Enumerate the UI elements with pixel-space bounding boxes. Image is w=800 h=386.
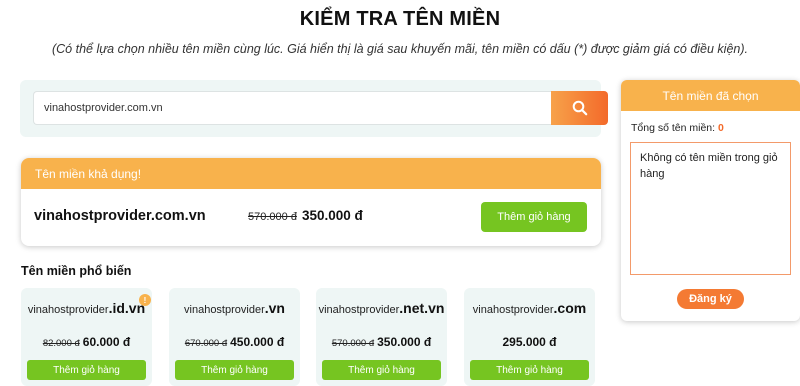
popular-card-id-vn: vinahostprovider.id.vn ! 82.000 đ 60.000 … (21, 288, 152, 386)
cart-count: Tổng số tên miền: 0 (631, 122, 724, 134)
popular-domain-name: vinahostprovider.vn (169, 300, 300, 316)
popular-domain-base: vinahostprovider (27, 304, 109, 316)
search-box (20, 80, 608, 137)
cart-count-value: 0 (717, 122, 724, 134)
cart-panel: Tên miền đã chọn Tổng số tên miền: 0 Khô… (621, 80, 800, 321)
popular-domain-base: vinahostprovider (472, 304, 554, 316)
popular-domain-name: vinahostprovider.id.vn (21, 300, 152, 316)
popular-old-price: 82.000 đ (42, 338, 80, 349)
info-badge-icon: ! (139, 294, 151, 306)
popular-add-to-cart-button[interactable]: Thêm giỏ hàng (470, 360, 589, 380)
available-old-price: 570.000 đ (248, 211, 297, 223)
popular-add-to-cart-button[interactable]: Thêm giỏ hàng (322, 360, 441, 380)
add-to-cart-button[interactable]: Thêm giỏ hàng (481, 202, 587, 232)
popular-add-to-cart-button[interactable]: Thêm giỏ hàng (175, 360, 294, 380)
popular-prices: 82.000 đ 60.000 đ (21, 333, 152, 351)
popular-domain-name: vinahostprovider.net.vn (316, 300, 447, 316)
popular-prices: 570.000 đ 350.000 đ (316, 333, 447, 351)
popular-price: 350.000 đ (377, 335, 432, 349)
page-subtitle: (Có thể lựa chọn nhiều tên miền cùng lúc… (51, 42, 748, 56)
popular-price: 60.000 đ (82, 335, 131, 349)
available-domain-card: Tên miền khả dụng! vinahostprovider.com.… (21, 158, 601, 246)
popular-prices: 295.000 đ (464, 333, 595, 351)
popular-domain-base: vinahostprovider (318, 304, 400, 316)
popular-card-vn: vinahostprovider.vn 670.000 đ 450.000 đ T… (169, 288, 300, 386)
search-input[interactable] (33, 91, 551, 125)
cart-header: Tên miền đã chọn (621, 80, 800, 111)
page-title: KIỂM TRA TÊN MIỀN (299, 8, 501, 30)
popular-old-price: 570.000 đ (331, 338, 375, 349)
search-icon (572, 100, 587, 116)
available-price: 350.000 đ (302, 208, 363, 223)
cart-count-label: Tổng số tên miền: (631, 122, 716, 134)
popular-card-net-vn: vinahostprovider.net.vn 570.000 đ 350.000… (316, 288, 447, 386)
popular-price: 450.000 đ (230, 335, 285, 349)
popular-card-com: vinahostprovider.com 295.000 đ Thêm giỏ … (464, 288, 595, 386)
popular-add-to-cart-button[interactable]: Thêm giỏ hàng (27, 360, 146, 380)
popular-domain-tld: .com (553, 300, 587, 316)
popular-domain-base: vinahostprovider (184, 304, 265, 316)
popular-domain-tld: .vn (264, 300, 285, 316)
popular-prices: 670.000 đ 450.000 đ (169, 333, 300, 351)
popular-price: 295.000 đ (502, 335, 557, 349)
cart-textarea[interactable]: Không có tên miền trong giỏ hàng (630, 142, 791, 275)
search-button[interactable] (551, 91, 608, 125)
popular-heading: Tên miền phổ biến (21, 264, 132, 278)
popular-old-price: 670.000 đ (184, 338, 228, 349)
popular-domain-tld: .net.vn (399, 300, 445, 316)
register-button[interactable]: Đăng ký (677, 289, 744, 309)
available-domain-name: vinahostprovider.com.vn (34, 208, 206, 224)
popular-domain-name: vinahostprovider.com (464, 300, 595, 316)
available-header: Tên miền khả dụng! (21, 158, 601, 189)
